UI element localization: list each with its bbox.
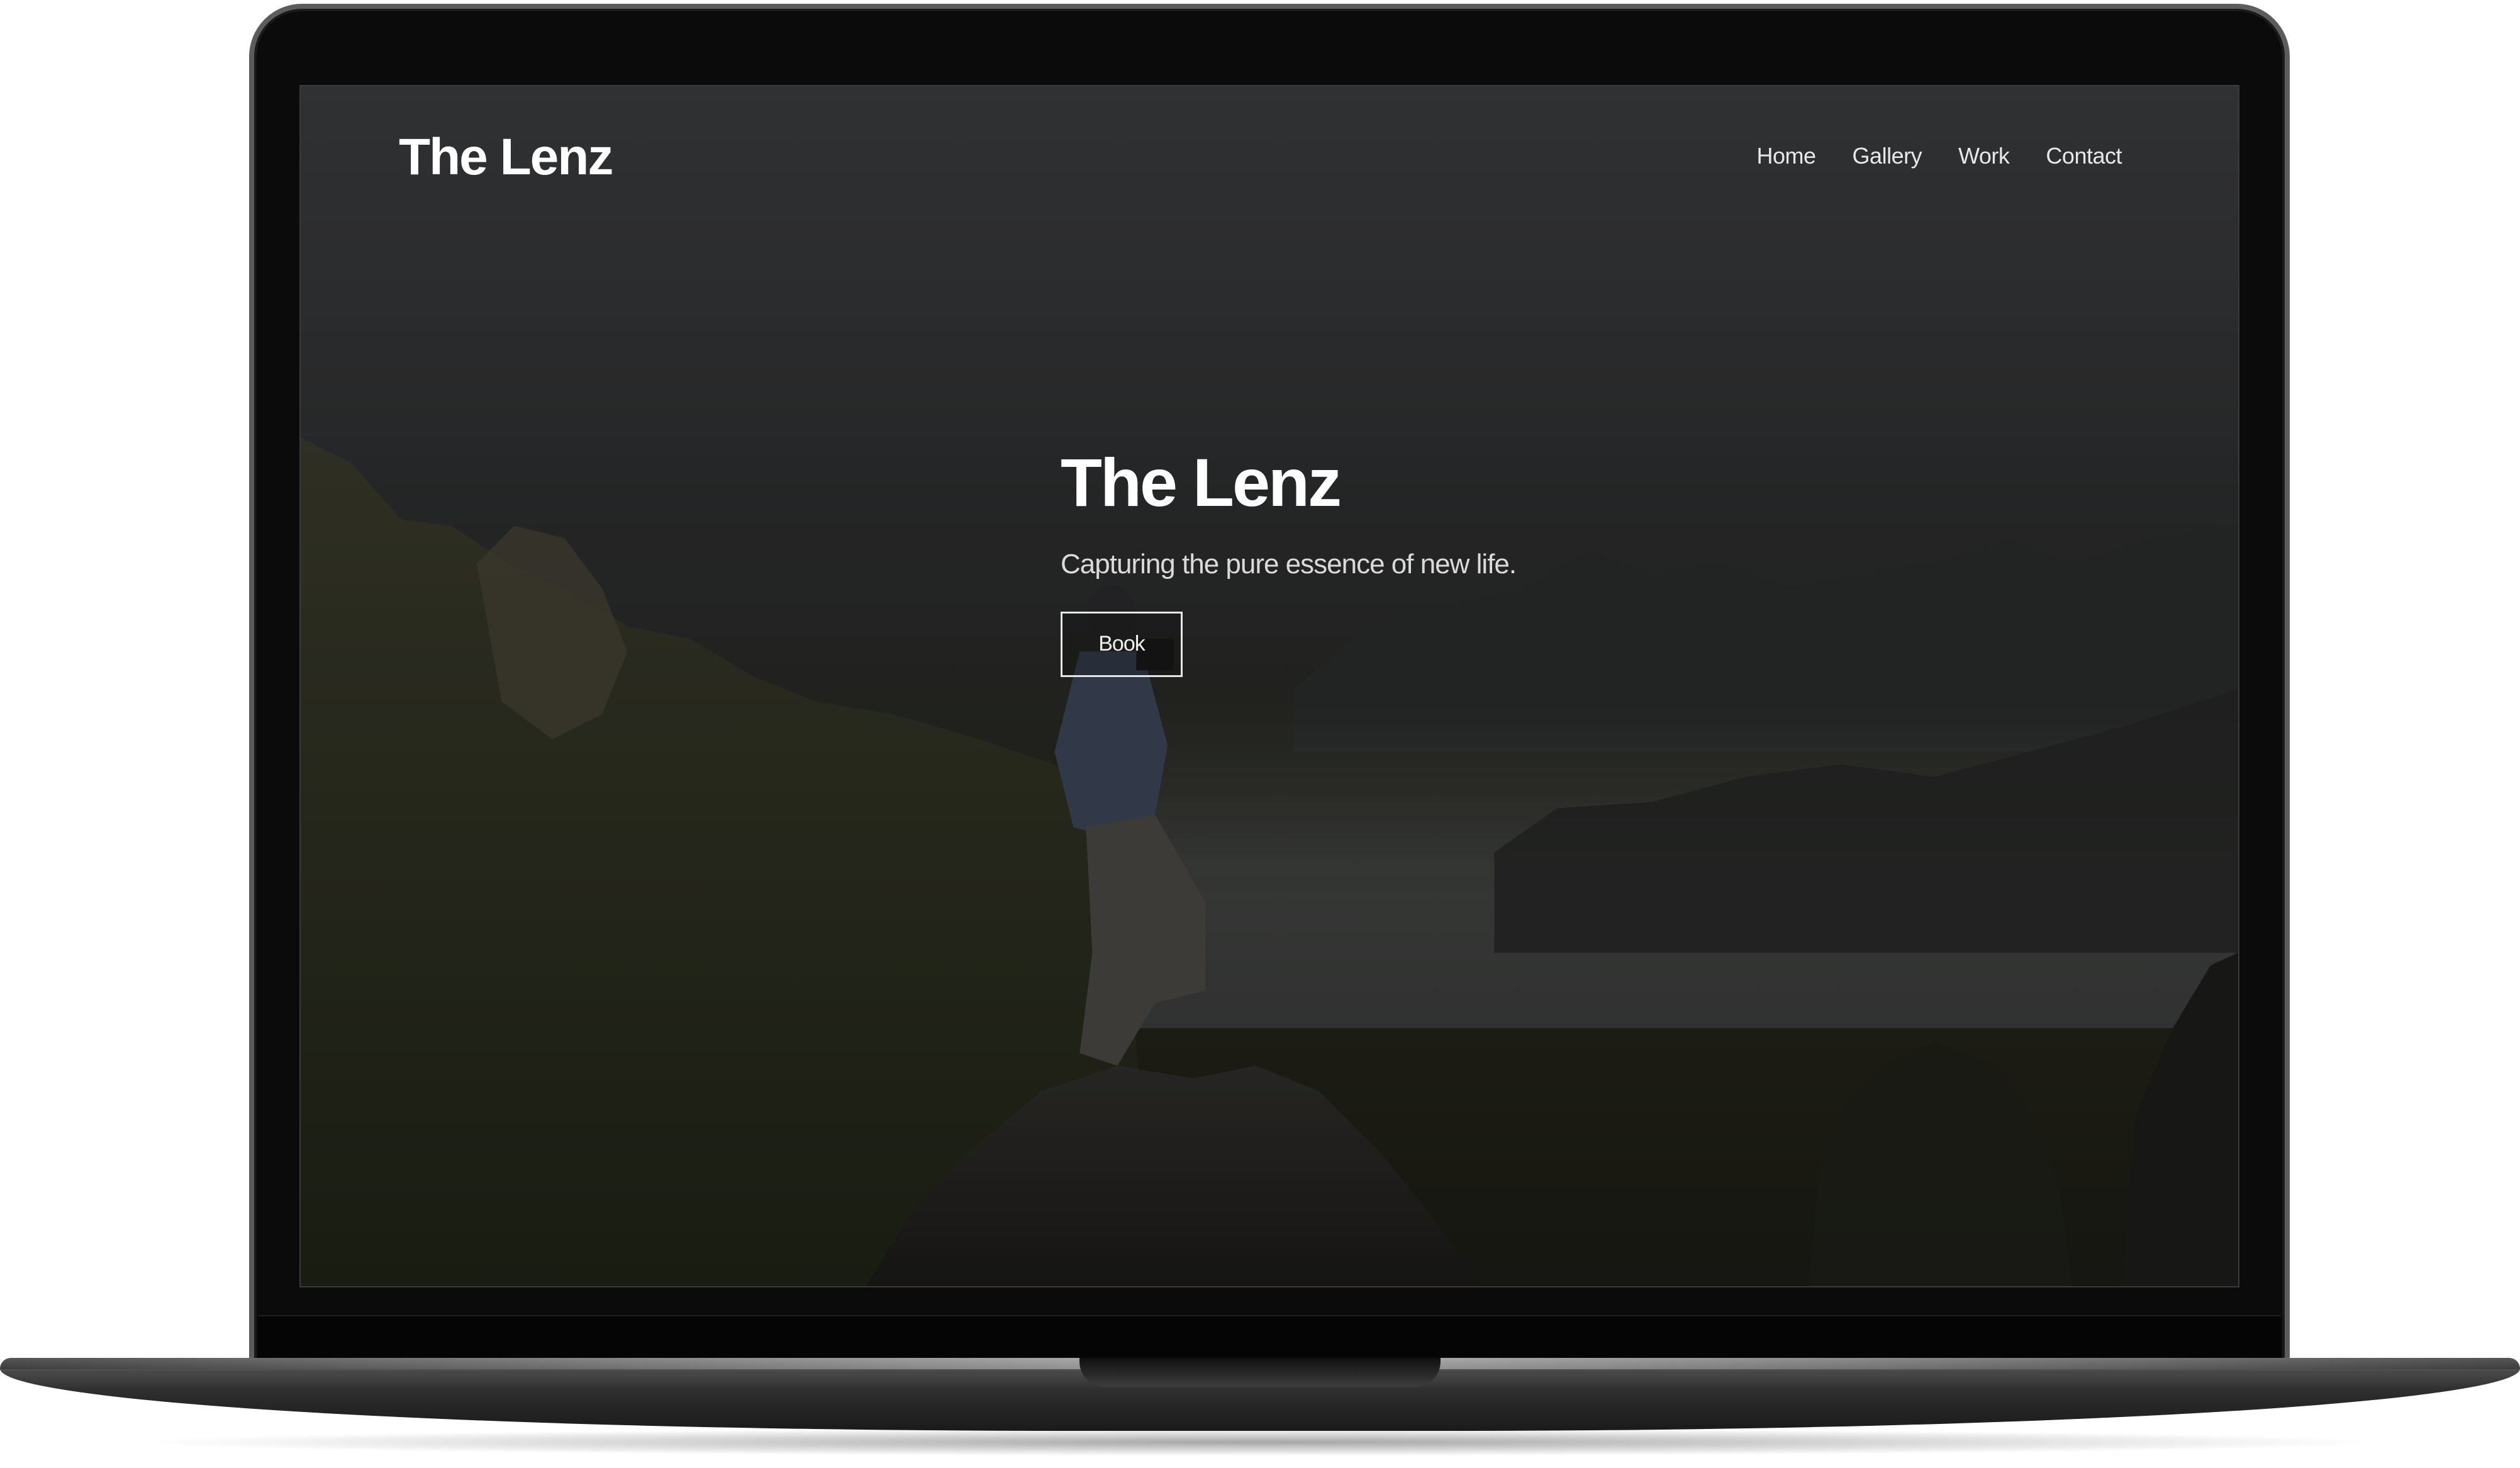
hero-title: The Lenz [1061, 444, 1342, 520]
hero-tagline: Capturing the pure essence of new life. [1061, 548, 1517, 580]
hero-dark-overlay [301, 86, 2238, 1286]
nav-home-link[interactable]: Home [1757, 143, 1817, 169]
book-button[interactable]: Book [1061, 611, 1183, 677]
nav-gallery-link[interactable]: Gallery [1853, 143, 1922, 169]
nav-work-link[interactable]: Work [1958, 143, 2010, 169]
laptop-screen: The Lenz Home Gallery Work Contact The L… [299, 85, 2239, 1287]
laptop-hinge-notch [1079, 1358, 1441, 1387]
hero-section: The Lenz Capturing the pure essence of n… [1061, 442, 1517, 677]
laptop-shadow [126, 1428, 2394, 1456]
nav-contact-link[interactable]: Contact [2046, 143, 2122, 169]
site-logo[interactable]: The Lenz [399, 128, 613, 187]
laptop-bezel-bottom [258, 1315, 2281, 1359]
main-navigation: Home Gallery Work Contact [1757, 143, 2122, 169]
laptop-mockup: The Lenz Home Gallery Work Contact The L… [0, 0, 2520, 1468]
